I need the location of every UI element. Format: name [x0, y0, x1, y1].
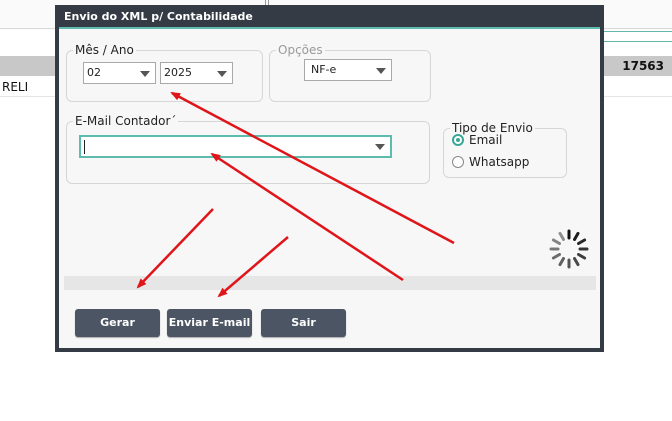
radio-selected-icon[interactable]	[452, 134, 464, 146]
chevron-down-icon[interactable]	[376, 68, 386, 74]
options-legend: Opções	[278, 43, 323, 57]
accent-rule	[59, 27, 600, 29]
month-select[interactable]: 02	[83, 62, 156, 84]
month-year-legend: Mês / Ano	[75, 43, 134, 57]
chevron-down-icon[interactable]	[217, 71, 227, 77]
background-row-number: 17563	[622, 59, 664, 73]
background-accent-line	[600, 31, 672, 32]
background-row-text[interactable]: RELI	[2, 80, 28, 94]
chevron-down-icon[interactable]	[375, 144, 385, 150]
accountant-email-legend: E-Mail Contador´	[75, 114, 177, 128]
chevron-down-icon[interactable]	[140, 71, 150, 77]
document-type-value: NF-e	[311, 63, 337, 76]
loading-spinner-icon	[549, 229, 589, 269]
document-type-select[interactable]: NF-e	[304, 59, 392, 81]
month-value: 02	[87, 66, 101, 79]
accountant-email-combo[interactable]	[79, 135, 392, 158]
dialog-body: Mês / Ano 02 2025 Opções NF-e E-Mail Con…	[59, 27, 600, 348]
send-type-email-option[interactable]: Email	[452, 132, 502, 148]
send-type-whatsapp-label[interactable]: Whatsapp	[469, 155, 529, 169]
send-type-whatsapp-option[interactable]: Whatsapp	[452, 154, 529, 170]
generate-button[interactable]: Gerar	[75, 309, 160, 337]
dialog-title: Envio do XML p/ Contabilidade	[64, 10, 253, 23]
send-email-button[interactable]: Enviar E-mail	[167, 309, 252, 337]
exit-button[interactable]: Sair	[261, 309, 346, 337]
xml-export-dialog: Envio do XML p/ Contabilidade Mês / Ano …	[55, 5, 604, 352]
background-accent-line	[600, 41, 672, 42]
radio-unselected-icon[interactable]	[452, 156, 464, 168]
text-caret	[84, 140, 85, 154]
year-value: 2025	[164, 66, 192, 79]
year-select[interactable]: 2025	[160, 62, 233, 84]
send-type-email-label[interactable]: Email	[469, 133, 502, 147]
progress-bar	[64, 276, 596, 290]
